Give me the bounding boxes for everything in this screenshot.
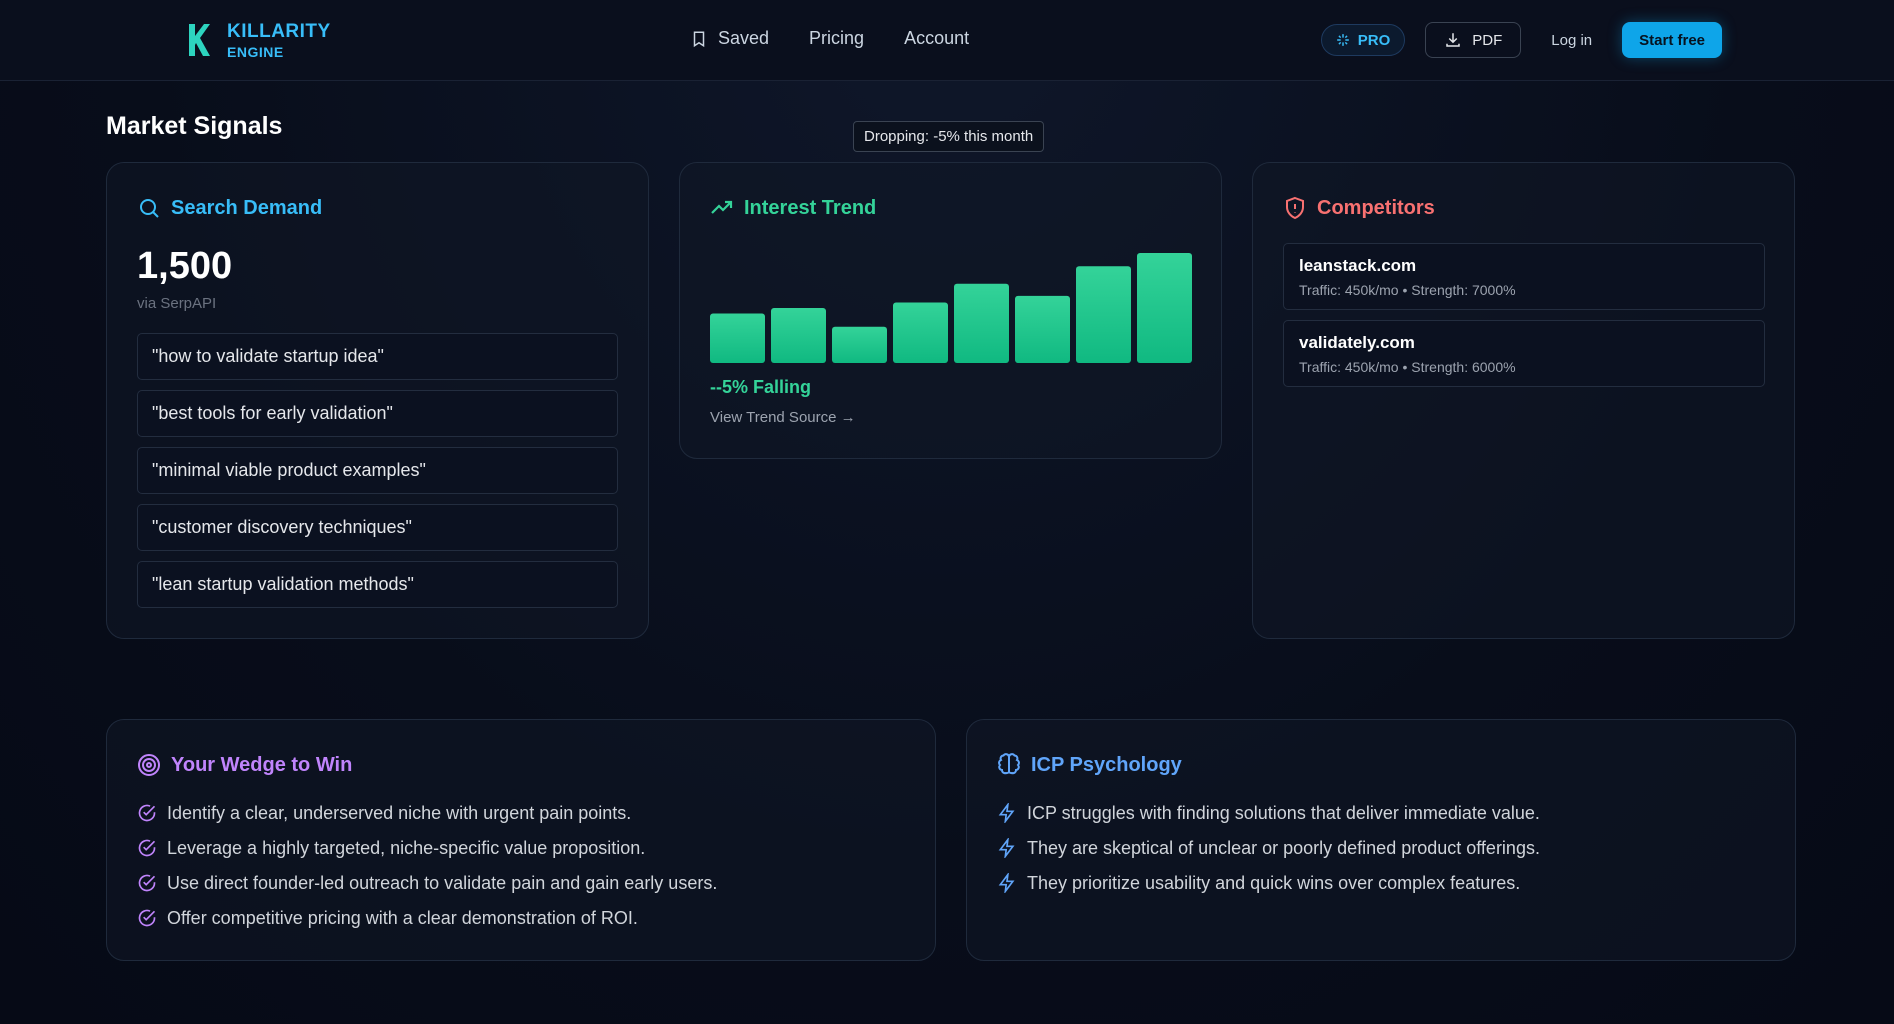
main-nav: Saved Pricing Account bbox=[690, 28, 969, 49]
icp-item: They are skeptical of unclear or poorly … bbox=[997, 837, 1540, 859]
download-icon bbox=[1446, 33, 1461, 47]
search-volume: 1,500 bbox=[137, 245, 233, 287]
search-demand-card: Search Demand 1,500 via SerpAPI "how to … bbox=[106, 162, 649, 639]
nav-pricing-label: Pricing bbox=[809, 28, 865, 48]
nav-saved[interactable]: Saved bbox=[690, 28, 769, 49]
trend-source-link[interactable]: View Trend Source → bbox=[710, 409, 856, 426]
keyword-item[interactable]: "best tools for early validation" bbox=[137, 390, 618, 437]
trend-bar[interactable] bbox=[954, 283, 1009, 363]
lightning-icon bbox=[998, 873, 1015, 893]
wedge-item-text: Identify a clear, underserved niche with… bbox=[167, 802, 632, 823]
wedge-item: Identify a clear, underserved niche with… bbox=[137, 802, 717, 824]
trend-bar[interactable] bbox=[893, 302, 948, 364]
interest-trend-title: Interest Trend bbox=[744, 196, 877, 219]
trend-bar[interactable] bbox=[832, 326, 887, 363]
keyword-item[interactable]: "minimal viable product examples" bbox=[137, 447, 618, 494]
trend-value: --5% Falling bbox=[710, 377, 812, 397]
competitor-name: validately.com bbox=[1299, 333, 1415, 352]
wedge-title: Your Wedge to Win bbox=[171, 753, 353, 776]
icp-item-text: They are skeptical of unclear or poorly … bbox=[1027, 837, 1540, 858]
page-title: Market Signals bbox=[106, 112, 283, 140]
wedge-item: Leverage a highly targeted, niche-specif… bbox=[137, 837, 717, 859]
icp-list: ICP struggles with finding solutions tha… bbox=[997, 802, 1540, 894]
brain-icon bbox=[998, 753, 1020, 775]
lightning-icon bbox=[998, 803, 1015, 823]
competitors-card: Competitors leanstack.com Traffic: 450k/… bbox=[1252, 162, 1795, 639]
icp-item: ICP struggles with finding solutions tha… bbox=[997, 802, 1540, 824]
wedge-list: Identify a clear, underserved niche with… bbox=[137, 802, 717, 929]
icp-item-text: They prioritize usability and quick wins… bbox=[1027, 872, 1521, 893]
pro-badge[interactable]: PRO bbox=[1320, 24, 1406, 56]
wedge-item: Use direct founder-led outreach to valid… bbox=[137, 872, 717, 894]
brand-sub: ENGINE bbox=[227, 43, 284, 60]
icp-item: They prioritize usability and quick wins… bbox=[997, 872, 1540, 894]
nav-saved-label: Saved bbox=[718, 28, 770, 48]
trend-bar[interactable] bbox=[1015, 295, 1070, 363]
target-icon bbox=[138, 754, 160, 776]
trend-bar[interactable] bbox=[771, 308, 826, 363]
competitors-title: Competitors bbox=[1317, 196, 1435, 219]
wedge-item-text: Offer competitive pricing with a clear d… bbox=[167, 907, 638, 928]
trend-bar[interactable] bbox=[710, 313, 765, 364]
brand-k-icon bbox=[189, 24, 210, 56]
search-source: via SerpAPI bbox=[137, 295, 217, 312]
search-demand-title: Search Demand bbox=[171, 196, 323, 219]
interest-trend-card: Interest Trend --5% Falling View Trend S… bbox=[679, 162, 1222, 459]
check-circle-icon bbox=[138, 804, 156, 822]
nav-pricing[interactable]: Pricing bbox=[809, 28, 864, 49]
keyword-item[interactable]: "lean startup validation methods" bbox=[137, 561, 618, 608]
keyword-item[interactable]: "customer discovery techniques" bbox=[137, 504, 618, 551]
bookmark-icon bbox=[693, 31, 705, 47]
brand-name: KILLARITY bbox=[227, 20, 331, 42]
nav-account-label: Account bbox=[904, 28, 970, 48]
competitor-list: leanstack.com Traffic: 450k/mo • Strengt… bbox=[1283, 243, 1765, 387]
trend-tooltip: Dropping: -5% this month bbox=[853, 121, 1045, 152]
sparkle-icon bbox=[1336, 34, 1349, 46]
start-free-button[interactable]: Start free bbox=[1622, 22, 1722, 58]
header-actions: PRO PDF Log in Start free bbox=[1320, 22, 1722, 58]
wedge-item-text: Leverage a highly targeted, niche-specif… bbox=[167, 837, 646, 858]
check-circle-icon bbox=[138, 839, 156, 857]
pdf-label: PDF bbox=[1472, 31, 1503, 49]
trend-bar[interactable] bbox=[1137, 253, 1192, 363]
icp-item-text: ICP struggles with finding solutions tha… bbox=[1027, 802, 1540, 823]
nav-account[interactable]: Account bbox=[904, 28, 969, 49]
keyword-list: "how to validate startup idea" "best too… bbox=[137, 333, 618, 608]
check-circle-icon bbox=[138, 874, 156, 892]
check-circle-icon bbox=[138, 909, 156, 927]
competitor-meta: Traffic: 450k/mo • Strength: 6000% bbox=[1299, 359, 1516, 375]
wedge-card: Your Wedge to Win Identify a clear, unde… bbox=[106, 719, 936, 961]
search-icon bbox=[140, 199, 159, 218]
pdf-button[interactable]: PDF bbox=[1425, 22, 1522, 58]
login-link[interactable]: Log in bbox=[1541, 32, 1602, 49]
competitor-meta: Traffic: 450k/mo • Strength: 7000% bbox=[1299, 282, 1516, 298]
competitor-name: leanstack.com bbox=[1299, 256, 1417, 275]
trending-up-icon bbox=[711, 200, 733, 214]
icp-title: ICP Psychology bbox=[1031, 753, 1182, 776]
wedge-item: Offer competitive pricing with a clear d… bbox=[137, 907, 717, 929]
top-navbar: KILLARITY ENGINE Saved Pricing Account P… bbox=[0, 0, 1894, 81]
trend-bar[interactable] bbox=[1076, 266, 1131, 363]
competitor-item[interactable]: validately.com Traffic: 450k/mo • Streng… bbox=[1283, 320, 1765, 387]
brand-logo[interactable]: KILLARITY ENGINE bbox=[183, 20, 331, 60]
shield-alert-icon bbox=[1286, 196, 1304, 220]
keyword-item[interactable]: "how to validate startup idea" bbox=[137, 333, 618, 380]
lightning-icon bbox=[998, 838, 1015, 858]
pro-label: PRO bbox=[1357, 31, 1391, 49]
wedge-item-text: Use direct founder-led outreach to valid… bbox=[167, 872, 718, 893]
icp-card: ICP Psychology ICP struggles with findin… bbox=[966, 719, 1796, 961]
trend-bar-chart bbox=[710, 253, 1192, 363]
competitor-item[interactable]: leanstack.com Traffic: 450k/mo • Strengt… bbox=[1283, 243, 1765, 310]
